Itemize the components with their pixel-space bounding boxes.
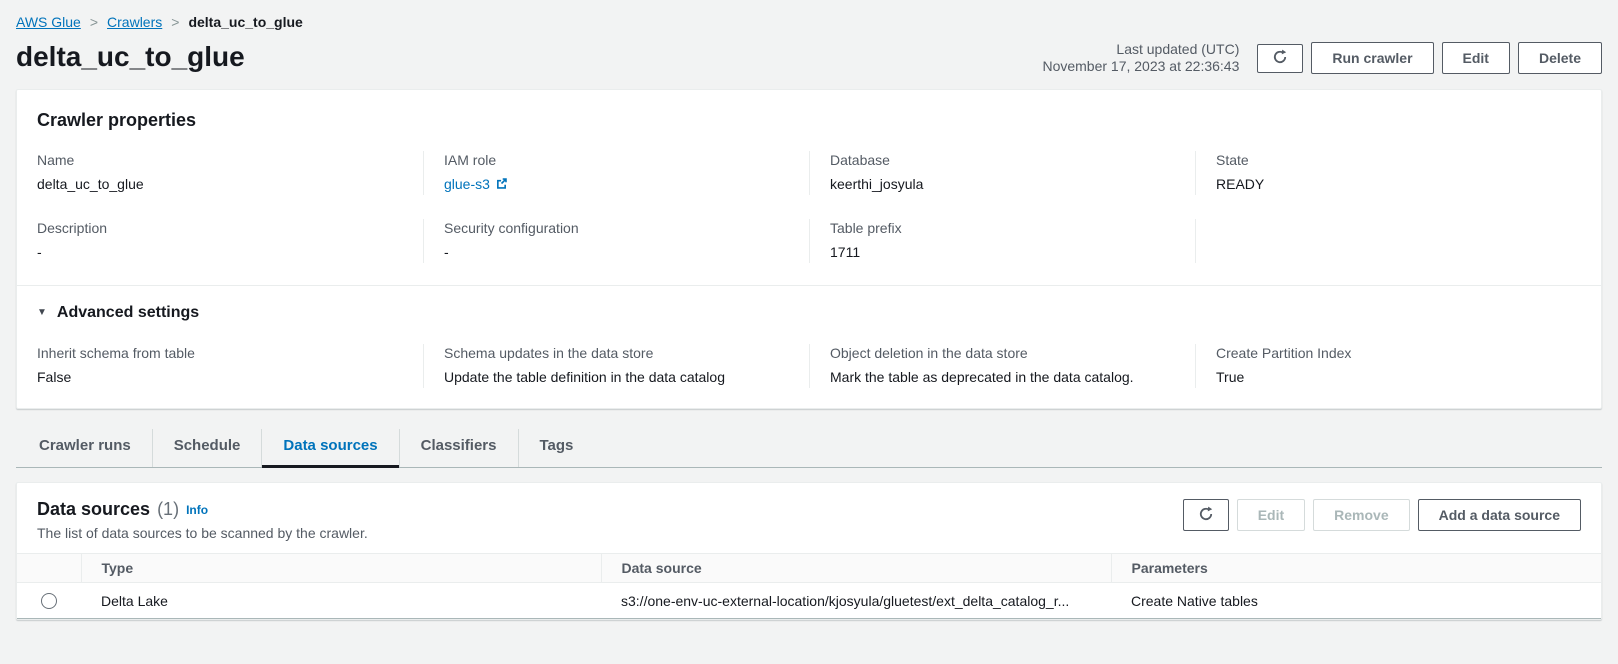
cell-type: Delta Lake [81,583,601,619]
property-empty [1195,219,1581,263]
breadcrumb-link-aws-glue[interactable]: AWS Glue [16,14,81,30]
property-value: False [37,368,403,386]
data-sources-actions: Edit Remove Add a data source [1183,499,1581,531]
data-sources-header: Data sources (1) Info The list of data s… [17,499,1601,541]
table-header-row: Type Data source Parameters [17,554,1601,583]
property-value: - [444,243,789,261]
external-link-icon [495,177,508,193]
property-value: delta_uc_to_glue [37,175,403,193]
property-inherit-schema: Inherit schema from table False [37,344,423,388]
property-value: True [1216,368,1561,386]
advanced-settings-grid: Inherit schema from table False Schema u… [37,344,1581,388]
chevron-right-icon: > [90,14,98,30]
last-updated-label: Last updated (UTC) [1042,41,1239,58]
property-label: Inherit schema from table [37,344,403,362]
selection-column-header [17,554,81,583]
tab-tags[interactable]: Tags [518,429,595,467]
properties-grid-row-1: Name delta_uc_to_glue IAM role glue-s3 D… [37,151,1581,195]
remove-data-source-button[interactable]: Remove [1313,499,1409,531]
last-updated: Last updated (UTC) November 17, 2023 at … [1042,41,1239,75]
table-row[interactable]: Delta Lake s3://one-env-uc-external-loca… [17,583,1601,619]
cell-parameters: Create Native tables [1111,583,1601,619]
data-sources-panel: Data sources (1) Info The list of data s… [16,482,1602,620]
page-header: delta_uc_to_glue Last updated (UTC) Nove… [16,40,1602,75]
property-label: Security configuration [444,219,789,237]
property-value: 1711 [830,243,1175,261]
page: AWS Glue > Crawlers > delta_uc_to_glue d… [0,0,1618,620]
delete-button[interactable]: Delete [1518,42,1602,74]
last-updated-value: November 17, 2023 at 22:36:43 [1042,58,1239,75]
column-header-parameters: Parameters [1111,554,1601,583]
property-value: Update the table definition in the data … [444,368,789,386]
property-security-configuration: Security configuration - [423,219,809,263]
refresh-button[interactable] [1257,44,1303,73]
property-value: Mark the table as deprecated in the data… [830,368,1175,386]
edit-data-source-button[interactable]: Edit [1237,499,1305,531]
state-value: READY [1216,175,1561,193]
crawler-properties-title: Crawler properties [37,110,1581,131]
property-database: Database keerthi_josyula [809,151,1195,195]
property-label: Name [37,151,403,169]
property-state: State READY [1195,151,1581,195]
breadcrumb-current: delta_uc_to_glue [188,14,302,30]
data-sources-count: (1) [157,499,179,520]
iam-role-link[interactable]: glue-s3 [444,176,490,192]
property-label: Schema updates in the data store [444,344,789,362]
property-name: Name delta_uc_to_glue [37,151,423,195]
tab-bar: Crawler runs Schedule Data sources Class… [16,429,1602,468]
breadcrumb-link-crawlers[interactable]: Crawlers [107,14,162,30]
data-sources-description: The list of data sources to be scanned b… [37,525,368,541]
property-partition-index: Create Partition Index True [1195,344,1581,388]
advanced-settings-toggle[interactable]: ▼ Advanced settings [37,304,1581,322]
crawler-properties-panel: Crawler properties Name delta_uc_to_glue… [16,89,1602,409]
breadcrumb: AWS Glue > Crawlers > delta_uc_to_glue [16,0,1602,30]
tab-schedule[interactable]: Schedule [152,429,262,467]
property-label: Create Partition Index [1216,344,1561,362]
property-value: - [37,243,403,261]
tab-classifiers[interactable]: Classifiers [399,429,518,467]
properties-grid-row-2: Description - Security configuration - T… [37,219,1581,263]
header-actions: Last updated (UTC) November 17, 2023 at … [1042,40,1602,75]
property-label: Database [830,151,1175,169]
property-schema-updates: Schema updates in the data store Update … [423,344,809,388]
tab-crawler-runs[interactable]: Crawler runs [18,429,152,467]
property-object-deletion: Object deletion in the data store Mark t… [809,344,1195,388]
property-description: Description - [37,219,423,263]
info-link[interactable]: Info [186,503,208,517]
refresh-icon [1272,52,1288,68]
page-title: delta_uc_to_glue [16,40,245,74]
chevron-right-icon: > [171,14,179,30]
property-label: Object deletion in the data store [830,344,1175,362]
property-label: State [1216,151,1561,169]
data-sources-title: Data sources [37,499,150,520]
data-sources-heading-block: Data sources (1) Info The list of data s… [37,499,368,541]
edit-button[interactable]: Edit [1442,42,1510,74]
section-divider [17,285,1601,286]
column-header-data-source: Data source [601,554,1111,583]
add-data-source-button[interactable]: Add a data source [1418,499,1581,531]
tab-data-sources[interactable]: Data sources [261,429,398,467]
property-value: keerthi_josyula [830,175,1175,193]
refresh-icon [1198,509,1214,525]
property-iam-role: IAM role glue-s3 [423,151,809,195]
refresh-data-sources-button[interactable] [1183,499,1229,531]
column-header-type: Type [81,554,601,583]
data-sources-table: Type Data source Parameters Delta Lake s… [17,553,1601,619]
radio-button-icon[interactable] [41,593,57,609]
row-select-cell [17,583,81,619]
run-crawler-button[interactable]: Run crawler [1311,42,1433,74]
advanced-settings-label: Advanced settings [57,304,199,322]
caret-down-icon: ▼ [37,308,47,318]
property-label: Table prefix [830,219,1175,237]
property-label: IAM role [444,151,789,169]
property-label: Description [37,219,403,237]
property-table-prefix: Table prefix 1711 [809,219,1195,263]
cell-data-source: s3://one-env-uc-external-location/kjosyu… [601,583,1111,619]
